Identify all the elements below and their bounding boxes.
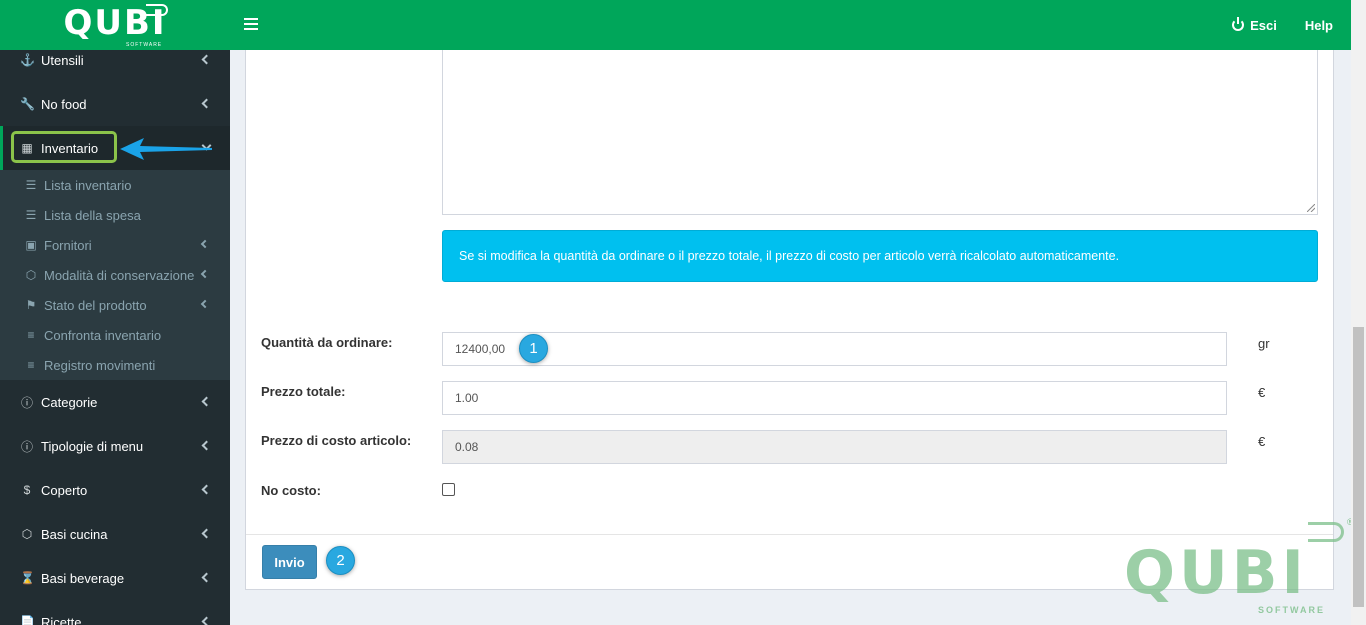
top-nav-links: Esci Help <box>1204 0 1333 50</box>
total-price-label: Prezzo totale: <box>261 384 346 399</box>
sidebar-subitem-lista-spesa[interactable]: ☰ Lista della spesa <box>0 200 230 230</box>
sidebar-item-basi-beverage[interactable]: ⌛ Basi beverage <box>0 556 230 600</box>
annotation-badge-1: 1 <box>519 334 548 363</box>
wrench-icon: 🔧 <box>20 97 35 111</box>
sidebar-subitem-registro-movimenti[interactable]: ≡ Registro movimenti <box>0 350 230 380</box>
sidebar-subitem-label: Modalità di conservazione <box>44 267 195 283</box>
logout-link[interactable]: Esci <box>1232 17 1277 33</box>
quantity-input[interactable] <box>442 332 1227 366</box>
notes-textarea[interactable] <box>442 50 1318 215</box>
chevron-left-icon <box>200 269 210 279</box>
list-ol-icon: ☰ <box>25 208 37 222</box>
chevron-left-icon <box>200 299 210 309</box>
highlight-inventario-box <box>11 131 117 163</box>
file-icon: 📄 <box>20 615 35 625</box>
menu-toggle-icon[interactable] <box>244 18 258 32</box>
sidebar-item-utensili[interactable]: ⚓ Utensili <box>0 50 230 82</box>
sidebar-item-label: Basi cucina <box>41 526 108 542</box>
bars-icon: ≡ <box>27 328 35 342</box>
sidebar-item-coperto[interactable]: $ Coperto <box>0 468 230 512</box>
sidebar-subitem-label: Lista inventario <box>44 177 132 193</box>
hourglass-icon: ⌛ <box>20 571 35 585</box>
help-label: Help <box>1304 17 1333 33</box>
logo-mark-icon <box>146 4 168 16</box>
chevron-left-icon <box>200 239 210 249</box>
sidebar-subitem-label: Confronta inventario <box>44 327 162 343</box>
unit-cost-label: Prezzo di costo articolo: <box>261 433 412 448</box>
sidebar-subitem-label: Registro movimenti <box>44 357 156 373</box>
sidebar-subitem-confronta-inventario[interactable]: ≡ Confronta inventario <box>0 320 230 350</box>
watermark-text: QUBI <box>1124 538 1308 608</box>
dollar-icon: $ <box>23 483 31 497</box>
truck-icon: ▣ <box>25 238 37 252</box>
utensils-icon: ⚓ <box>20 53 35 67</box>
cube-icon: ⬡ <box>25 268 37 282</box>
page-scrollbar[interactable] <box>1351 0 1366 625</box>
total-price-input[interactable] <box>442 381 1227 415</box>
sidebar-subitem-label: Lista della spesa <box>44 207 141 223</box>
chevron-left-icon <box>201 616 212 625</box>
resize-grip-icon[interactable] <box>1307 204 1315 212</box>
form-box: Se si modifica la quantità da ordinare o… <box>245 50 1334 590</box>
sidebar-item-label: No food <box>41 96 87 112</box>
sidebar-subitem-stato-prodotto[interactable]: ⚑ Stato del prodotto <box>0 290 230 320</box>
info-circle-icon: ⓘ <box>20 395 33 410</box>
sidebar-item-label: Utensili <box>41 52 84 68</box>
chevron-left-icon <box>201 484 212 495</box>
flag-icon: ⚑ <box>25 298 37 312</box>
top-navbar: Esci Help <box>230 0 1351 50</box>
quantity-label: Quantità da ordinare: <box>261 335 393 350</box>
sidebar-item-tipologie-menu[interactable]: ⓘ Tipologie di menu <box>0 424 230 468</box>
sidebar-subitem-lista-inventario[interactable]: ☰ Lista inventario <box>0 170 230 200</box>
chevron-left-icon <box>201 54 212 65</box>
info-callout: Se si modifica la quantità da ordinare o… <box>442 230 1318 282</box>
unit-cost-input <box>442 430 1227 464</box>
sidebar-item-label: Tipologie di menu <box>41 438 144 454</box>
watermark-mark-icon <box>1308 522 1344 542</box>
annotation-badge-2: 2 <box>326 546 355 575</box>
info-circle-icon: ⓘ <box>20 439 33 454</box>
scrollbar-thumb[interactable] <box>1353 327 1364 607</box>
sidebar-item-label: Categorie <box>41 394 98 410</box>
logo[interactable]: QUBI SOFTWARE <box>0 0 230 50</box>
chevron-left-icon <box>201 572 212 583</box>
logout-label: Esci <box>1250 17 1277 33</box>
unit-cost-unit: € <box>1258 434 1266 449</box>
sidebar-item-ricette[interactable]: 📄 Ricette <box>0 600 230 625</box>
list-icon: ☰ <box>25 178 37 192</box>
sidebar-item-no-food[interactable]: 🔧 No food <box>0 82 230 126</box>
help-link[interactable]: Help <box>1305 18 1333 33</box>
sidebar-subitem-label: Stato del prodotto <box>44 297 147 313</box>
pointer-arrow-icon <box>120 138 212 160</box>
total-price-unit: € <box>1258 385 1266 400</box>
no-cost-checkbox[interactable] <box>442 483 455 496</box>
logo-subtitle: SOFTWARE <box>126 42 163 48</box>
brand-watermark: ® QUBI SOFTWARE <box>1124 517 1364 622</box>
no-cost-label: No costo: <box>261 483 321 498</box>
sidebar-item-label: Basi beverage <box>41 570 125 586</box>
chevron-left-icon <box>201 98 212 109</box>
watermark-subtitle: SOFTWARE <box>1258 605 1325 615</box>
inventario-submenu: ☰ Lista inventario ☰ Lista della spesa ▣… <box>0 170 230 380</box>
sidebar-item-basi-cucina[interactable]: ⬡ Basi cucina <box>0 512 230 556</box>
sidebar-subitem-conservazione[interactable]: ⬡ Modalità di conservazione <box>0 260 230 290</box>
bars-icon: ≡ <box>27 358 35 372</box>
power-icon <box>1232 17 1245 31</box>
submit-button[interactable]: Invio <box>262 545 317 579</box>
cube-icon: ⬡ <box>21 527 33 541</box>
sidebar-subitem-label: Fornitori <box>44 237 92 253</box>
sidebar-item-label: Coperto <box>41 482 88 498</box>
sidebar-item-label: Ricette <box>41 614 82 625</box>
quantity-unit: gr <box>1258 336 1270 351</box>
chevron-left-icon <box>201 396 212 407</box>
chevron-left-icon <box>201 528 212 539</box>
chevron-left-icon <box>201 440 212 451</box>
sidebar-subitem-fornitori[interactable]: ▣ Fornitori <box>0 230 230 260</box>
sidebar-item-categorie[interactable]: ⓘ Categorie <box>0 380 230 424</box>
